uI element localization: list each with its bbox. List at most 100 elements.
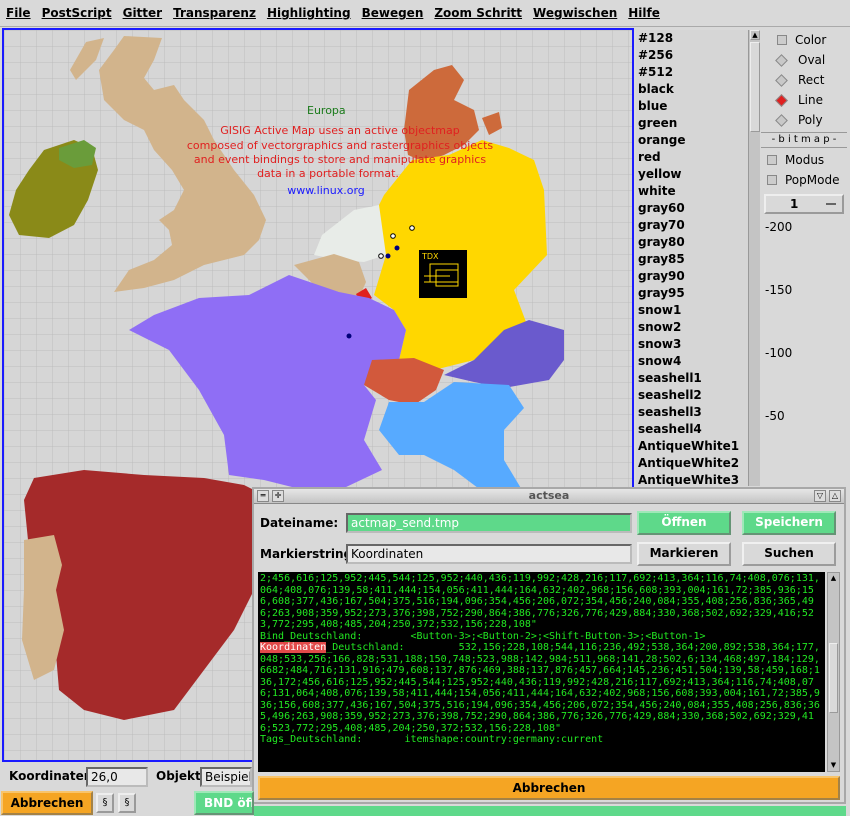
color-list-item[interactable]: snow1 — [636, 302, 748, 319]
menu-item[interactable]: PostScript — [42, 6, 112, 20]
mark-button[interactable]: Markieren — [637, 542, 731, 566]
coordinates-field[interactable]: 26,0 — [86, 767, 148, 787]
color-list-item[interactable]: red — [636, 149, 748, 166]
color-label: Color — [795, 33, 827, 47]
object-field[interactable]: Beispiel — [200, 767, 252, 787]
scrollbar-thumb[interactable] — [750, 42, 760, 132]
shape-label: Poly — [798, 113, 823, 127]
scroll-up-arrow-icon[interactable]: ▲ — [828, 573, 839, 584]
console-coords-line: _Deutschland: 532,156;228,108;544,116;23… — [260, 642, 820, 734]
tdx-logo[interactable]: TDX — [419, 250, 467, 298]
filename-input[interactable]: actmap_send.tmp — [346, 513, 632, 533]
color-list-item[interactable]: seashell4 — [636, 421, 748, 438]
search-button[interactable]: Suchen — [742, 542, 836, 566]
modus-checkbox[interactable]: Modus — [761, 150, 847, 170]
color-list-item[interactable]: gray80 — [636, 234, 748, 251]
console-bind-line: Bind_Deutschland: <Button-3>;<Button-2>;… — [260, 630, 706, 642]
menu-item[interactable]: Zoom Schritt — [434, 6, 522, 20]
link-icon[interactable]: § — [96, 793, 114, 813]
shape-radio-poly[interactable]: Poly — [761, 110, 847, 130]
color-list-item[interactable]: #512 — [636, 64, 748, 81]
color-list-item[interactable]: snow4 — [636, 353, 748, 370]
color-list-item[interactable]: yellow — [636, 166, 748, 183]
ruler-tick-label: -200 — [765, 220, 793, 234]
color-list-item[interactable]: AntiqueWhite3 — [636, 472, 748, 486]
menu-item[interactable]: Hilfe — [628, 6, 660, 20]
green-bar — [254, 806, 846, 816]
color-list-item[interactable]: white — [636, 183, 748, 200]
popmode-checkbox[interactable]: PopMode — [761, 170, 847, 190]
spin-menu-icon[interactable] — [826, 203, 836, 205]
menu-item[interactable]: File — [6, 6, 31, 20]
line-width-spinbox[interactable]: 1 — [764, 194, 844, 214]
mark-string-label: Markierstring: — [260, 547, 357, 561]
tool-panel: Color Oval Rect Line Poly - b i t m a p - M… — [761, 30, 847, 486]
link-icon[interactable]: § — [118, 793, 136, 813]
color-list-item[interactable]: seashell3 — [636, 404, 748, 421]
city-marker — [394, 245, 400, 251]
ruler-tick-label: -150 — [765, 283, 793, 297]
radio-diamond-icon — [775, 53, 788, 67]
map-description-line: composed of vectorgraphics and rastergra… — [187, 139, 494, 152]
menu-bar: File PostScript Gitter Transparenz Highlight… — [0, 0, 850, 27]
color-list-item[interactable]: #128 — [636, 30, 748, 47]
open-button[interactable]: Öffnen — [637, 511, 731, 535]
color-list-item[interactable]: green — [636, 115, 748, 132]
console-scrollbar[interactable]: ▲ ▼ — [827, 572, 840, 772]
city-marker — [390, 233, 396, 239]
shape-radio-line[interactable]: Line — [761, 90, 847, 110]
color-list-item[interactable]: gray70 — [636, 217, 748, 234]
checkbox-icon — [767, 175, 777, 185]
color-list-item[interactable]: snow3 — [636, 336, 748, 353]
color-list-item[interactable]: gray85 — [636, 251, 748, 268]
color-list-item[interactable]: gray95 — [636, 285, 748, 302]
shape-radio-rect[interactable]: Rect — [761, 70, 847, 90]
dialog-titlebar[interactable]: ═ ✛ actsea ▽ △ — [254, 489, 844, 504]
color-list-item[interactable]: AntiqueWhite2 — [636, 455, 748, 472]
menu-item[interactable]: Wegwischen — [533, 6, 617, 20]
scroll-down-arrow-icon[interactable]: ▼ — [828, 760, 839, 771]
bitmap-separator: - b i t m a p - — [761, 132, 847, 148]
color-list-item[interactable]: orange — [636, 132, 748, 149]
menu-item[interactable]: Bewegen — [362, 6, 424, 20]
object-label: Objekt — [156, 769, 201, 783]
coordinates-label: Koordinaten — [9, 769, 93, 783]
shape-radio-oval[interactable]: Oval — [761, 50, 847, 70]
main-cancel-button[interactable]: Abbrechen — [1, 791, 93, 815]
color-list-item[interactable]: black — [636, 81, 748, 98]
city-marker — [409, 225, 415, 231]
search-highlight: Koordinaten — [260, 642, 327, 653]
mark-string-input[interactable]: Koordinaten — [346, 544, 632, 564]
tdx-logo-text: TDX — [421, 252, 439, 261]
map-description-line: and event bindings to store and manipula… — [194, 153, 486, 166]
ruler-tick-label: -50 — [765, 409, 785, 423]
color-list-item[interactable]: snow2 — [636, 319, 748, 336]
color-list-item[interactable]: gray60 — [636, 200, 748, 217]
color-list-item[interactable]: AntiqueWhite1 — [636, 438, 748, 455]
color-list-item[interactable]: gray90 — [636, 268, 748, 285]
color-list-item[interactable]: seashell2 — [636, 387, 748, 404]
minimize-icon[interactable]: ▽ — [814, 490, 826, 502]
dialog-cancel-button[interactable]: Abbrechen — [258, 776, 840, 800]
color-list-item[interactable]: seashell1 — [636, 370, 748, 387]
radio-diamond-icon — [775, 73, 788, 87]
scrollbar-thumb[interactable] — [829, 643, 838, 713]
city-marker — [385, 253, 391, 259]
scroll-up-arrow-icon[interactable]: ▲ — [750, 30, 760, 40]
save-button[interactable]: Speichern — [742, 511, 836, 535]
bnd-open-button[interactable]: BND öff — [194, 791, 254, 815]
city-marker — [346, 333, 352, 339]
color-toggle[interactable]: Color — [761, 30, 847, 50]
menu-item[interactable]: Transparenz — [173, 6, 256, 20]
menu-item[interactable]: Highlighting — [267, 6, 351, 20]
radio-diamond-icon — [775, 93, 788, 107]
color-list-item[interactable]: #256 — [636, 47, 748, 64]
color-list-item[interactable]: blue — [636, 98, 748, 115]
line-width-value: 1 — [790, 197, 799, 211]
maximize-icon[interactable]: △ — [829, 490, 841, 502]
output-console[interactable]: 2;456,616;125,952;445,544;125,952;440,43… — [258, 572, 825, 772]
dialog-title: actsea — [528, 489, 570, 502]
color-list[interactable]: #128 #256 #512 black blue green orange red yello… — [636, 30, 748, 486]
menu-item[interactable]: Gitter — [123, 6, 163, 20]
color-list-scrollbar[interactable]: ▲ — [748, 30, 760, 486]
